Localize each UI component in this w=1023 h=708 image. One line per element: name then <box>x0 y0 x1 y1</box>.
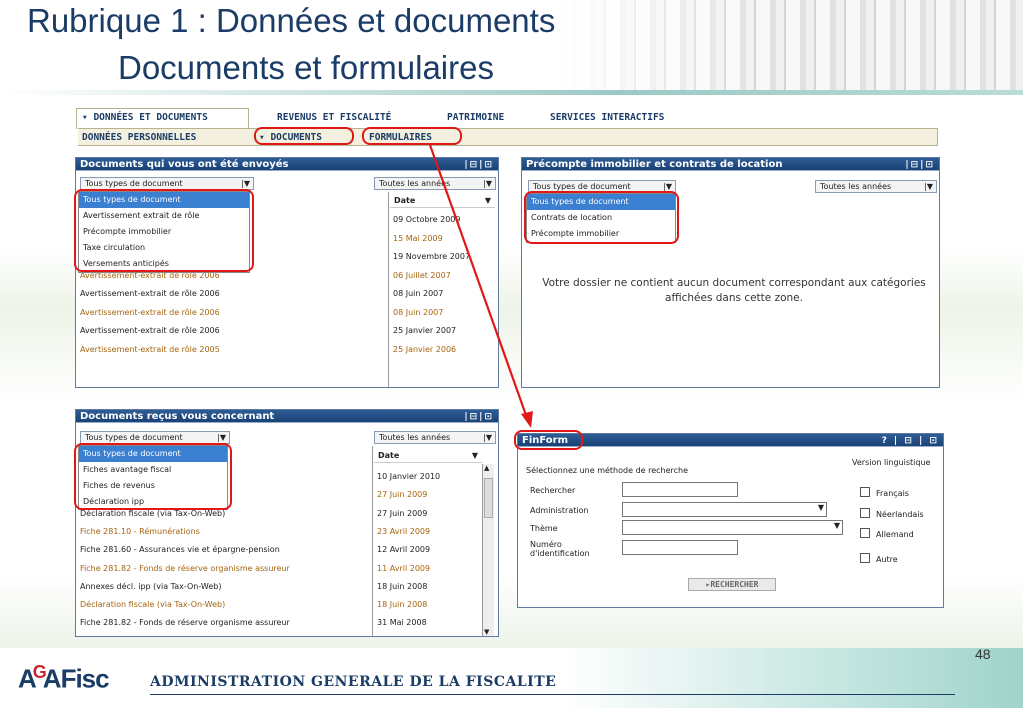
agfisc-logo: AGAFisc <box>18 662 110 694</box>
footer-line <box>150 694 955 695</box>
arrow-overlay <box>428 144 533 428</box>
arrow-line <box>428 144 529 419</box>
arrow-head-icon <box>521 411 533 428</box>
page-number: 48 <box>975 646 991 662</box>
footer-org: ADMINISTRATION GENERALE DE LA FISCALITE <box>150 674 557 690</box>
